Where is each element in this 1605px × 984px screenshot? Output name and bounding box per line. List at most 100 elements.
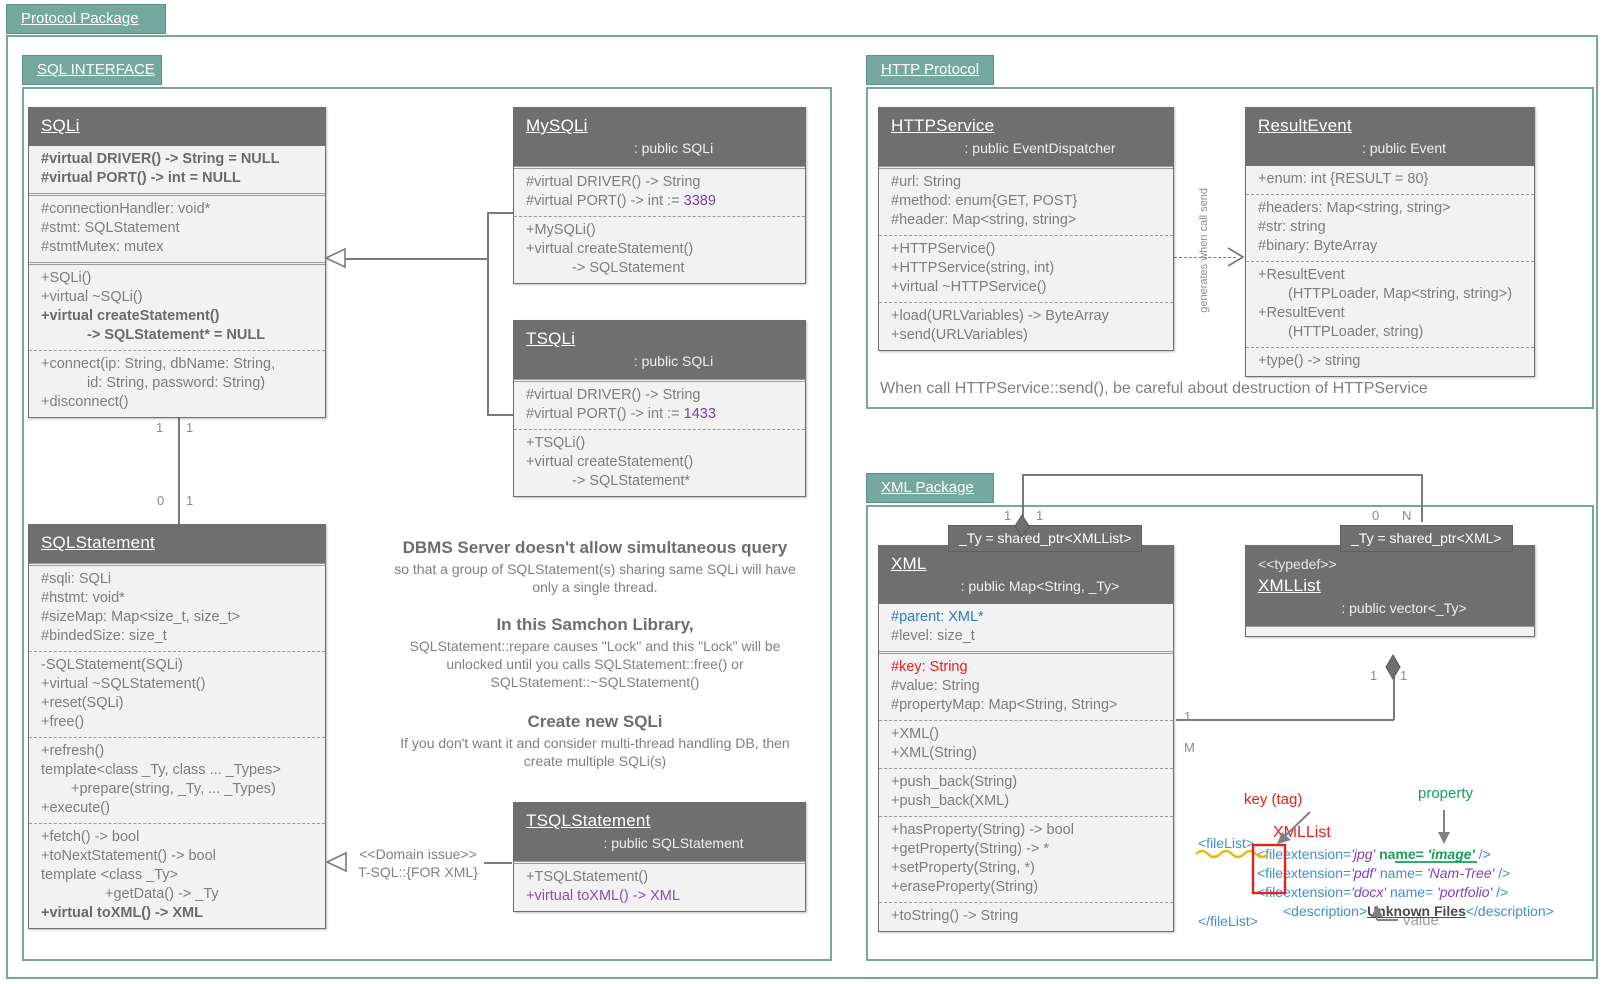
conn-branch-tsqli [487,414,513,416]
class-xmllist-name: XMLList [1258,576,1321,595]
httpservice-attr-method: #method: enum{GET, POST} [891,193,1078,209]
sqli-op-ctor: +SQLi() [41,270,92,286]
mult-xml-self-left: 1 [1004,508,1012,523]
class-xml-section-kv: #key: String #value: String #propertyMap… [879,651,1173,720]
resultevent-attr-headers: #headers: Map<string, string> [1258,200,1451,216]
tsqli-attr-port: #virtual PORT() -> int := [526,406,684,422]
xml-row0-val2: 'image' [1427,846,1475,862]
class-resultevent-section-ctors: +ResultEvent (HTTPLoader, Map<string, st… [1246,261,1534,347]
conn-xml-self-top [1022,474,1422,476]
xml-row0-tag: <file [1257,846,1284,862]
sqlstatement-op-tonextstatement: +toNextStatement() -> bool [41,848,216,864]
class-resultevent-header: ResultEvent : public Event [1246,108,1534,166]
mult-sqli-bottom-right: 1 [186,493,194,508]
class-sqli-section-static: #virtual DRIVER() -> String = NULL #virt… [29,146,325,193]
xml-op-getproperty: +getProperty(String) -> * [891,841,1049,857]
domain-issue-line1: <<Domain issue>> [359,846,477,862]
xml-attr-level: #level: size_t [891,628,975,644]
xml-sample-close-tag: </fileList> [1198,912,1258,931]
httpservice-op-ctor2: +HTTPService(string, int) [891,260,1055,276]
class-sqlstatement-section-ctors: -SQLStatement(SQLi) +virtual ~SQLStateme… [29,651,325,737]
xml-desc-text: Unknown Files [1367,903,1466,919]
class-sqli-section-ctors: +SQLi() +virtual ~SQLi() +virtual create… [29,262,325,350]
sqlstatement-attr-hstmt: #hstmt: void* [41,590,125,606]
class-tsqlstatement-section-ops: +TSQLStatement() +virtual toXML() -> XML [514,861,805,911]
class-sqli-header: SQLi [29,108,325,146]
mult-sqli-top-left: 1 [156,420,164,435]
class-mysqli-section-ops: +MySQLi() +virtual createStatement() -> … [514,216,805,283]
conn-xmllist-agg-v [1393,660,1395,720]
class-tsqli-section-attrs: #virtual DRIVER() -> String #virtual POR… [514,379,805,429]
class-mysqli-section-attrs: #virtual DRIVER() -> String #virtual POR… [514,166,805,216]
conn-xml-self-left [1022,474,1024,522]
sqlstatement-op-prepare: +prepare(string, _Ty, ... _Types) [71,781,276,797]
xml-attr-parent: #parent: XML* [891,609,984,625]
class-httpservice-super: : public EventDispatcher [964,140,1116,156]
xml-sample-row: <fileextension='jpg' name= 'image' /> [1257,845,1554,864]
sqlstatement-op-fetch: +fetch() -> bool [41,829,140,845]
note-new-sqli: Create new SQLi If you don't want it and… [375,712,815,770]
class-httpservice-name: HTTPService [891,116,995,135]
httpservice-op-send: +send(URLVariables) [891,327,1028,343]
sqli-op-createstatement: +virtual createStatement() [41,308,220,324]
sqlstatement-op-template2: template <class _Ty> [41,867,179,883]
sqli-op-connect: +connect(ip: String, dbName: String, [41,356,276,372]
xml-row2-attr2: name= [1390,884,1434,900]
conn-sqli-sqlstatement [178,414,180,524]
class-sqlstatement-section-attrs: #sqli: SQLi #hstmt: void* #sizeMap: Map<… [29,563,325,651]
xml-desc-open: <description> [1283,903,1368,919]
note-new-sqli-line1: If you don't want it and consider multi-… [400,735,790,751]
resultevent-op-ctor1: +ResultEvent [1258,267,1345,283]
xml-row2-val1: 'docx' [1351,884,1387,900]
class-resultevent-name: ResultEvent [1258,116,1352,135]
label-domain-issue: <<Domain issue>> T-SQL::{FOR XML} [343,845,493,881]
class-mysqli-header: MySQLi : public SQLi [514,108,805,166]
typedef-label-xml: _Ty = shared_ptr<XML> [1340,525,1513,552]
mult-xmllist-agg-right: 1 [1400,668,1408,683]
sqli-attr-driver: #virtual DRIVER() -> String = NULL [41,151,280,167]
class-mysqli-name: MySQLi [526,116,588,135]
note-samchon: In this Samchon Library, SQLStatement::r… [375,615,815,691]
sqlstatement-op-reset: +reset(SQLi) [41,695,124,711]
class-sqlstatement[interactable]: SQLStatement #sqli: SQLi #hstmt: void* #… [28,524,326,929]
xml-sample-rows: <fileextension='jpg' name= 'image' /> <f… [1257,845,1554,921]
class-sqli-section-attrs: #connectionHandler: void* #stmt: SQLStat… [29,193,325,262]
xml-row0-val1: 'jpg' [1351,846,1376,862]
class-httpservice-section-ctors: +HTTPService() +HTTPService(string, int)… [879,235,1173,302]
class-resultevent[interactable]: ResultEvent : public Event +enum: int {R… [1245,107,1535,377]
sqlstatement-op-ctor: -SQLStatement(SQLi) [41,657,183,673]
class-xml[interactable]: XML : public Map<String, _Ty> #parent: X… [878,545,1174,932]
sqlstatement-attr-sqli: #sqli: SQLi [41,571,112,587]
label-key-tag: key (tag) [1244,791,1303,808]
class-sqli-name: SQLi [41,116,80,135]
xml-sample-row: <fileextension='docx' name= 'portfolio' … [1257,883,1554,902]
class-tsqli-section-ops: +TSQLi() +virtual createStatement() -> S… [514,429,805,496]
class-tsqli[interactable]: TSQLi : public SQLi #virtual DRIVER() ->… [513,320,806,497]
sqlstatement-op-dtor: +virtual ~SQLStatement() [41,676,206,692]
sqlstatement-op-template1: template<class _Ty, class ... _Types> [41,762,281,778]
class-xml-section-tostring: +toString() -> String [879,902,1173,931]
sqli-op-connect-cont: id: String, password: String) [87,375,266,391]
class-mysqli[interactable]: MySQLi : public SQLi #virtual DRIVER() -… [513,107,806,284]
httpservice-attr-url: #url: String [891,174,962,190]
sqlstatement-op-getdata: +getData() -> _Ty [105,886,219,902]
class-sqli[interactable]: SQLi #virtual DRIVER() -> String = NULL … [28,107,326,418]
note-samchon-title: In this Samchon Library, [496,615,694,634]
domain-issue-line2: T-SQL::{FOR XML} [358,864,478,880]
class-tsqlstatement[interactable]: TSQLStatement : public SQLStatement +TSQ… [513,802,806,912]
class-xml-name: XML [891,554,927,573]
class-httpservice[interactable]: HTTPService : public EventDispatcher #ur… [878,107,1174,351]
class-tsqli-name: TSQLi [526,329,576,348]
mult-xml-to-xmllist-m: M [1184,740,1195,755]
httpservice-attr-header: #header: Map<string, string> [891,212,1077,228]
class-resultevent-super: : public Event [1361,140,1447,156]
xml-row1-val1: 'pdf' [1351,865,1376,881]
xml-sample-filelist-close: </fileList> [1198,913,1258,929]
xml-op-ctor-string: +XML(String) [891,745,977,761]
class-xmllist[interactable]: <<typedef>> XMLList : public vector<_Ty> [1245,545,1535,637]
class-sqlstatement-section-fetch: +fetch() -> bool +toNextStatement() -> b… [29,823,325,928]
sqli-attr-port: #virtual PORT() -> int = NULL [41,170,241,186]
resultevent-attr-str: #str: string [1258,219,1326,235]
label-xmllist-callout: XMLList [1273,824,1331,841]
xml-op-setproperty: +setProperty(String, *) [891,860,1035,876]
